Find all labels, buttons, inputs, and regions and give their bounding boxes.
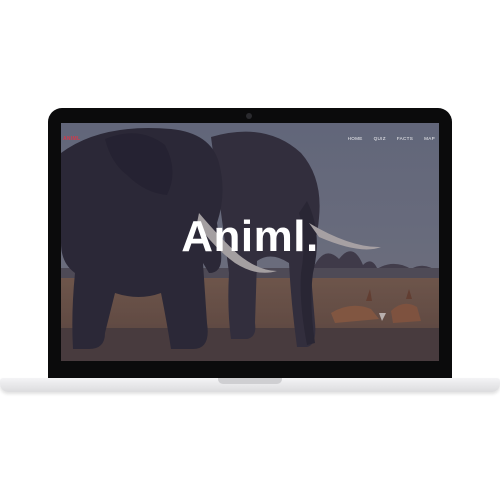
nav-home[interactable]: HOME <box>348 136 363 141</box>
nav-facts[interactable]: FACTS <box>397 136 413 141</box>
site-logo[interactable]: ANIML <box>63 136 80 142</box>
nav-map[interactable]: MAP <box>424 136 435 141</box>
hero-title: Animl. <box>181 212 319 261</box>
laptop-base <box>0 378 500 392</box>
site-nav: HOME QUIZ FACTS MAP <box>348 136 435 141</box>
laptop-screen: ANIML HOME QUIZ FACTS MAP Animl. <box>61 123 439 361</box>
nav-quiz[interactable]: QUIZ <box>374 136 386 141</box>
laptop-notch <box>218 378 282 384</box>
camera-icon <box>246 113 252 119</box>
laptop-mockup: ANIML HOME QUIZ FACTS MAP Animl. <box>0 0 500 500</box>
